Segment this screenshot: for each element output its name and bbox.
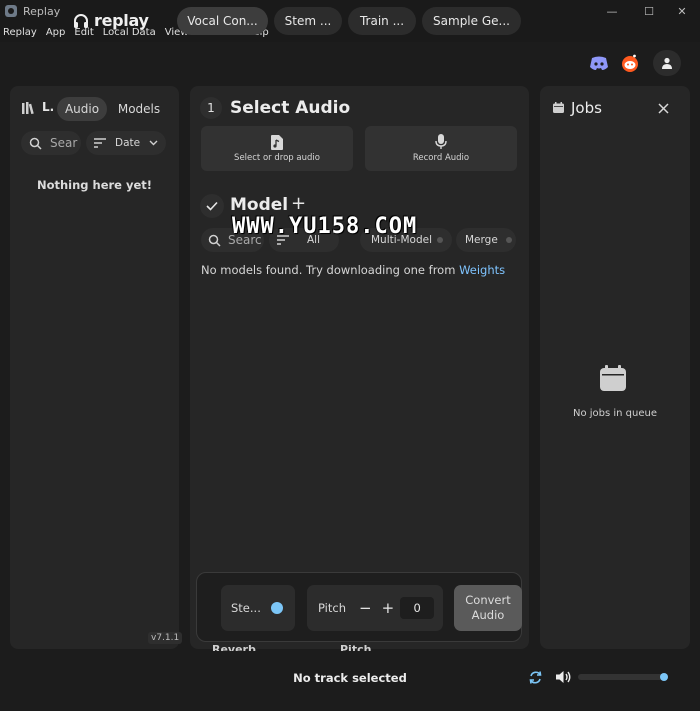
- close-jobs-icon[interactable]: [658, 103, 669, 114]
- select-audio-title: Select Audio: [230, 98, 351, 118]
- tab-train[interactable]: Train ...: [348, 7, 416, 35]
- no-models-text: No models found. Try downloading one fro…: [201, 263, 460, 277]
- calendar-icon: [553, 102, 564, 113]
- tab-sample-generation[interactable]: Sample Ge...: [422, 7, 521, 35]
- close-window-button[interactable]: ✕: [664, 0, 700, 22]
- library-search-placeholder: Sear: [50, 136, 78, 150]
- model-step-complete: [200, 194, 224, 218]
- watermark-text: WWW.YU158.COM: [232, 214, 418, 239]
- library-title: L.: [42, 100, 55, 114]
- tab-vocal-conversion[interactable]: Vocal Con...: [177, 7, 268, 35]
- version-badge: v7.1.1: [148, 632, 183, 644]
- repeat-icon[interactable]: [528, 670, 543, 685]
- library-panel: [10, 86, 179, 649]
- volume-slider[interactable]: [578, 674, 668, 680]
- merge-toggle[interactable]: Merge: [456, 228, 516, 252]
- volume-icon[interactable]: [556, 670, 572, 684]
- search-icon: [208, 234, 221, 247]
- stem-toggle-indicator: [270, 602, 283, 614]
- user-icon: [662, 57, 672, 69]
- search-icon: [29, 137, 42, 150]
- discord-icon[interactable]: [589, 53, 609, 73]
- convert-label-line2: Audio: [471, 608, 505, 622]
- library-search-input[interactable]: Sear: [21, 131, 81, 155]
- library-tab-audio[interactable]: Audio: [57, 97, 107, 121]
- library-sort-select[interactable]: Date: [86, 131, 166, 155]
- select-audio-button[interactable]: Select or drop audio: [201, 126, 353, 171]
- pitch-increase-button[interactable]: +: [382, 599, 395, 617]
- menu-app[interactable]: App: [46, 27, 66, 38]
- step-number: 1: [200, 97, 222, 119]
- record-audio-label: Record Audio: [412, 153, 470, 163]
- jobs-title: Jobs: [571, 99, 602, 117]
- reverb-label: Reverb: [212, 643, 256, 651]
- no-models-message: No models found. Try downloading one fro…: [201, 263, 505, 277]
- stem-toggle-label: Ste...: [231, 601, 261, 615]
- menu-replay[interactable]: Replay: [3, 27, 37, 38]
- stem-toggle[interactable]: Ste...: [221, 585, 295, 631]
- logo: replay: [73, 11, 149, 30]
- pitch-value-input[interactable]: 0: [400, 597, 435, 619]
- record-audio-button[interactable]: Record Audio: [365, 126, 517, 171]
- library-empty-text: Nothing here yet!: [36, 178, 153, 192]
- maximize-button[interactable]: ☐: [631, 0, 667, 22]
- file-audio-icon: [271, 134, 283, 150]
- library-tab-models[interactable]: Models: [110, 97, 168, 121]
- model-title: Model: [230, 195, 289, 215]
- minimize-button[interactable]: —: [594, 0, 630, 22]
- convert-audio-button[interactable]: Convert Audio: [454, 585, 522, 631]
- microphone-icon: [435, 134, 447, 149]
- window-title: Replay: [23, 4, 61, 18]
- empty-queue-calendar-icon: [600, 365, 626, 391]
- add-model-button[interactable]: +: [291, 193, 306, 214]
- library-icon: [22, 102, 34, 114]
- pitch-section-label: Pitch: [340, 643, 372, 651]
- pitch-decrease-button[interactable]: −: [359, 599, 372, 617]
- volume-slider-handle[interactable]: [659, 673, 668, 681]
- merge-label: Merge: [465, 234, 498, 246]
- library-sort-label: Date: [115, 137, 141, 149]
- pitch-label: Pitch: [318, 601, 346, 615]
- select-audio-label: Select or drop audio: [234, 152, 320, 163]
- headphones-icon: [74, 13, 88, 28]
- app-icon: [5, 5, 17, 17]
- convert-audio-label: Convert Audio: [465, 593, 510, 623]
- convert-label-line1: Convert: [465, 593, 511, 607]
- checkmark-icon: [206, 201, 218, 211]
- chevron-down-icon: [149, 140, 158, 146]
- logo-text: replay: [94, 11, 149, 30]
- pitch-control: Pitch − + 0: [307, 585, 443, 631]
- weights-link[interactable]: Weights: [459, 263, 505, 277]
- multi-model-indicator: [436, 237, 443, 243]
- sort-icon: [94, 138, 106, 148]
- jobs-empty-text: No jobs in queue: [572, 408, 658, 419]
- tab-stem-separation[interactable]: Stem ...: [274, 7, 342, 35]
- reddit-icon[interactable]: [620, 53, 640, 73]
- merge-indicator: [505, 237, 512, 243]
- user-account-button[interactable]: [653, 50, 681, 76]
